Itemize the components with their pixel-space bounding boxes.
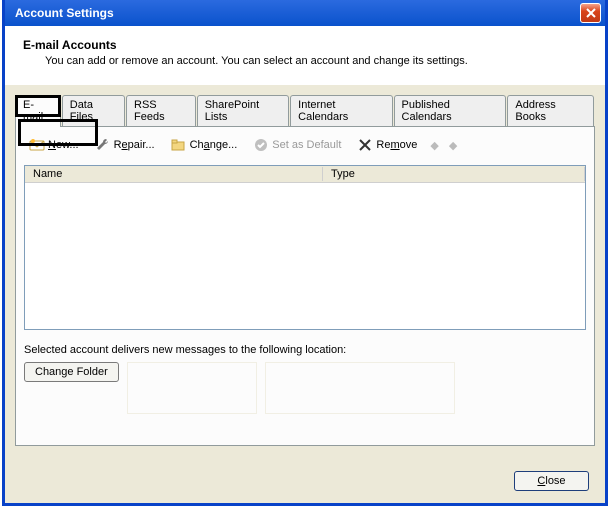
tab-internet-calendars[interactable]: Internet Calendars xyxy=(290,95,392,126)
folder-row: Change Folder xyxy=(24,362,586,414)
tab-data-files[interactable]: Data Files xyxy=(62,95,125,126)
folder-file-box xyxy=(265,362,455,414)
account-settings-window: Account Settings E-mail Accounts You can… xyxy=(2,0,608,506)
tab-email[interactable]: E-mail xyxy=(15,95,61,127)
move-up-icon: ◆ xyxy=(430,139,438,152)
tab-rss-feeds[interactable]: RSS Feeds xyxy=(126,95,196,126)
new-button[interactable]: New... xyxy=(24,135,84,155)
header-region: E-mail Accounts You can add or remove an… xyxy=(5,26,605,85)
repair-button[interactable]: Repair... xyxy=(90,135,160,155)
column-type[interactable]: Type xyxy=(323,167,585,181)
column-name[interactable]: Name xyxy=(25,167,323,181)
list-header: Name Type xyxy=(25,166,585,183)
close-icon[interactable] xyxy=(580,3,601,23)
change-folder-button[interactable]: Change Folder xyxy=(24,362,119,382)
new-label: ew... xyxy=(56,139,79,151)
change-button[interactable]: Change... xyxy=(166,135,243,155)
remove-button[interactable]: Remove xyxy=(352,135,422,155)
window-title: Account Settings xyxy=(15,6,114,20)
tab-address-books[interactable]: Address Books xyxy=(507,95,594,126)
tab-published-calendars[interactable]: Published Calendars xyxy=(394,95,507,126)
location-label: Selected account delivers new messages t… xyxy=(24,344,586,356)
folder-change-icon xyxy=(171,137,187,153)
check-circle-icon xyxy=(253,137,269,153)
change-folder-label: Change Folder xyxy=(35,366,108,378)
account-list[interactable]: Name Type xyxy=(24,165,586,330)
title-bar: Account Settings xyxy=(5,0,605,26)
tab-strip: E-mail Data Files RSS Feeds SharePoint L… xyxy=(15,95,595,126)
content-area: E-mail Data Files RSS Feeds SharePoint L… xyxy=(5,85,605,446)
folder-path-box xyxy=(127,362,257,414)
close-button[interactable]: Close xyxy=(514,471,589,491)
set-default-button: Set as Default xyxy=(248,135,346,155)
toolbar: New... Repair... Change... xyxy=(24,133,586,165)
move-down-icon: ◆ xyxy=(449,139,457,152)
mail-new-icon xyxy=(29,137,45,153)
header-title: E-mail Accounts xyxy=(23,38,591,52)
header-subtitle: You can add or remove an account. You ca… xyxy=(45,55,591,67)
tab-panel: New... Repair... Change... xyxy=(15,126,595,446)
set-default-label: Set as Default xyxy=(272,139,341,151)
wrench-icon xyxy=(95,137,111,153)
tab-sharepoint-lists[interactable]: SharePoint Lists xyxy=(197,95,289,126)
remove-x-icon xyxy=(357,137,373,153)
